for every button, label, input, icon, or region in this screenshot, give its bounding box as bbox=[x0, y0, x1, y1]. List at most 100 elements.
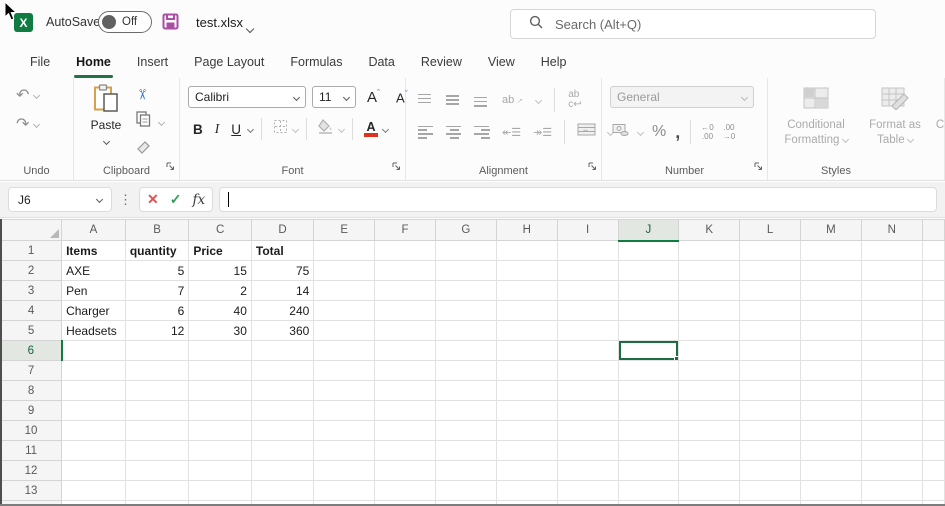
cell-M2[interactable] bbox=[800, 261, 861, 281]
cell-F11[interactable] bbox=[375, 441, 436, 461]
cell-A13[interactable] bbox=[62, 481, 126, 501]
tab-file[interactable]: File bbox=[17, 48, 63, 78]
cell-E4[interactable] bbox=[314, 301, 375, 321]
cell-A2[interactable]: AXE bbox=[62, 261, 126, 281]
top-align-button[interactable] bbox=[418, 94, 434, 107]
cell-G3[interactable] bbox=[435, 281, 496, 301]
row-header-1[interactable]: 1 bbox=[1, 241, 62, 261]
bold-button[interactable]: B bbox=[193, 122, 203, 137]
cell-L8[interactable] bbox=[740, 381, 801, 401]
row-header-11[interactable]: 11 bbox=[1, 441, 62, 461]
row-header-3[interactable]: 3 bbox=[1, 281, 62, 301]
font-name-select[interactable]: Calibri bbox=[188, 86, 306, 108]
cell-partial-10[interactable] bbox=[922, 421, 944, 441]
cell-C9[interactable] bbox=[189, 401, 252, 421]
cell-C1[interactable]: Price bbox=[189, 241, 252, 261]
cell-M10[interactable] bbox=[800, 421, 861, 441]
cancel-button[interactable]: ✕ bbox=[147, 191, 159, 208]
increase-decimal-button[interactable]: ←0.00 bbox=[701, 123, 713, 141]
middle-align-button[interactable] bbox=[446, 94, 462, 107]
cell-H1[interactable] bbox=[496, 241, 557, 261]
accounting-format-button[interactable] bbox=[612, 123, 629, 141]
row-header-13[interactable]: 13 bbox=[1, 481, 62, 501]
cell-D8[interactable] bbox=[251, 381, 313, 401]
cell-I10[interactable] bbox=[557, 421, 618, 441]
cell-H4[interactable] bbox=[496, 301, 557, 321]
merge-center-button[interactable]: ↔ bbox=[577, 123, 596, 141]
cell-G5[interactable] bbox=[435, 321, 496, 341]
cell-L9[interactable] bbox=[740, 401, 801, 421]
tab-home[interactable]: Home bbox=[63, 48, 124, 78]
cell-F13[interactable] bbox=[375, 481, 436, 501]
grow-font-button[interactable]: Aˆ bbox=[367, 88, 380, 106]
cell-K11[interactable] bbox=[679, 441, 740, 461]
cell-A8[interactable] bbox=[62, 381, 126, 401]
column-header-E[interactable]: E bbox=[314, 220, 375, 241]
paste-chevron-icon[interactable] bbox=[102, 138, 109, 145]
cell-N1[interactable] bbox=[861, 241, 922, 261]
column-header-N[interactable]: N bbox=[861, 220, 922, 241]
cell-B1[interactable]: quantity bbox=[125, 241, 189, 261]
column-header-A[interactable]: A bbox=[62, 220, 126, 241]
cell-G2[interactable] bbox=[435, 261, 496, 281]
cell-G6[interactable] bbox=[435, 341, 496, 361]
underline-chevron-icon[interactable] bbox=[247, 125, 254, 132]
cell-D6[interactable] bbox=[251, 341, 313, 361]
underline-button[interactable]: U bbox=[231, 122, 241, 137]
cell-G12[interactable] bbox=[435, 461, 496, 481]
search-input[interactable] bbox=[555, 17, 835, 32]
cell-B10[interactable] bbox=[125, 421, 189, 441]
row-header-2[interactable]: 2 bbox=[1, 261, 62, 281]
cell-K1[interactable] bbox=[679, 241, 740, 261]
cell-L13[interactable] bbox=[740, 481, 801, 501]
font-color-button[interactable]: A bbox=[364, 122, 378, 137]
cell-D4[interactable]: 240 bbox=[251, 301, 313, 321]
increase-indent-button[interactable]: ↠☰ bbox=[533, 126, 552, 139]
cell-N9[interactable] bbox=[861, 401, 922, 421]
cell-G9[interactable] bbox=[435, 401, 496, 421]
decrease-indent-button[interactable]: ↞☰ bbox=[502, 126, 521, 139]
filename-chevron-icon[interactable] bbox=[247, 20, 253, 38]
cell-B2[interactable]: 5 bbox=[125, 261, 189, 281]
cell-N12[interactable] bbox=[861, 461, 922, 481]
borders-button[interactable] bbox=[273, 119, 288, 139]
cell-D2[interactable]: 75 bbox=[251, 261, 313, 281]
cell-H3[interactable] bbox=[496, 281, 557, 301]
align-left-button[interactable] bbox=[418, 126, 434, 139]
column-header-B[interactable]: B bbox=[125, 220, 189, 241]
cell-I7[interactable] bbox=[557, 361, 618, 381]
cell-M1[interactable] bbox=[800, 241, 861, 261]
cell-G7[interactable] bbox=[435, 361, 496, 381]
cell-A4[interactable]: Charger bbox=[62, 301, 126, 321]
cell-C12[interactable] bbox=[189, 461, 252, 481]
cell-L3[interactable] bbox=[740, 281, 801, 301]
tab-help[interactable]: Help bbox=[528, 48, 580, 78]
alignment-dialog-launcher[interactable] bbox=[588, 158, 597, 176]
borders-chevron-icon[interactable] bbox=[292, 125, 299, 132]
cell-L4[interactable] bbox=[740, 301, 801, 321]
cell-partial-3[interactable] bbox=[922, 281, 944, 301]
cell-partial-6[interactable] bbox=[922, 341, 944, 361]
cell-F10[interactable] bbox=[375, 421, 436, 441]
cell-N7[interactable] bbox=[861, 361, 922, 381]
cell-A7[interactable] bbox=[62, 361, 126, 381]
autosave-toggle[interactable]: Off bbox=[98, 11, 152, 33]
cell-partial-9[interactable] bbox=[922, 401, 944, 421]
cell-K9[interactable] bbox=[679, 401, 740, 421]
cell-partial-8[interactable] bbox=[922, 381, 944, 401]
cell-B3[interactable]: 7 bbox=[125, 281, 189, 301]
cell-K13[interactable] bbox=[679, 481, 740, 501]
percent-style-button[interactable]: % bbox=[652, 123, 666, 141]
tab-page-layout[interactable]: Page Layout bbox=[181, 48, 277, 78]
cell-G11[interactable] bbox=[435, 441, 496, 461]
clipboard-dialog-launcher[interactable] bbox=[166, 158, 175, 176]
cell-L11[interactable] bbox=[740, 441, 801, 461]
cell-G10[interactable] bbox=[435, 421, 496, 441]
cell-L7[interactable] bbox=[740, 361, 801, 381]
cell-D9[interactable] bbox=[251, 401, 313, 421]
cell-I2[interactable] bbox=[557, 261, 618, 281]
cell-H13[interactable] bbox=[496, 481, 557, 501]
cell-A5[interactable]: Headsets bbox=[62, 321, 126, 341]
column-header-M[interactable]: M bbox=[800, 220, 861, 241]
cell-H7[interactable] bbox=[496, 361, 557, 381]
